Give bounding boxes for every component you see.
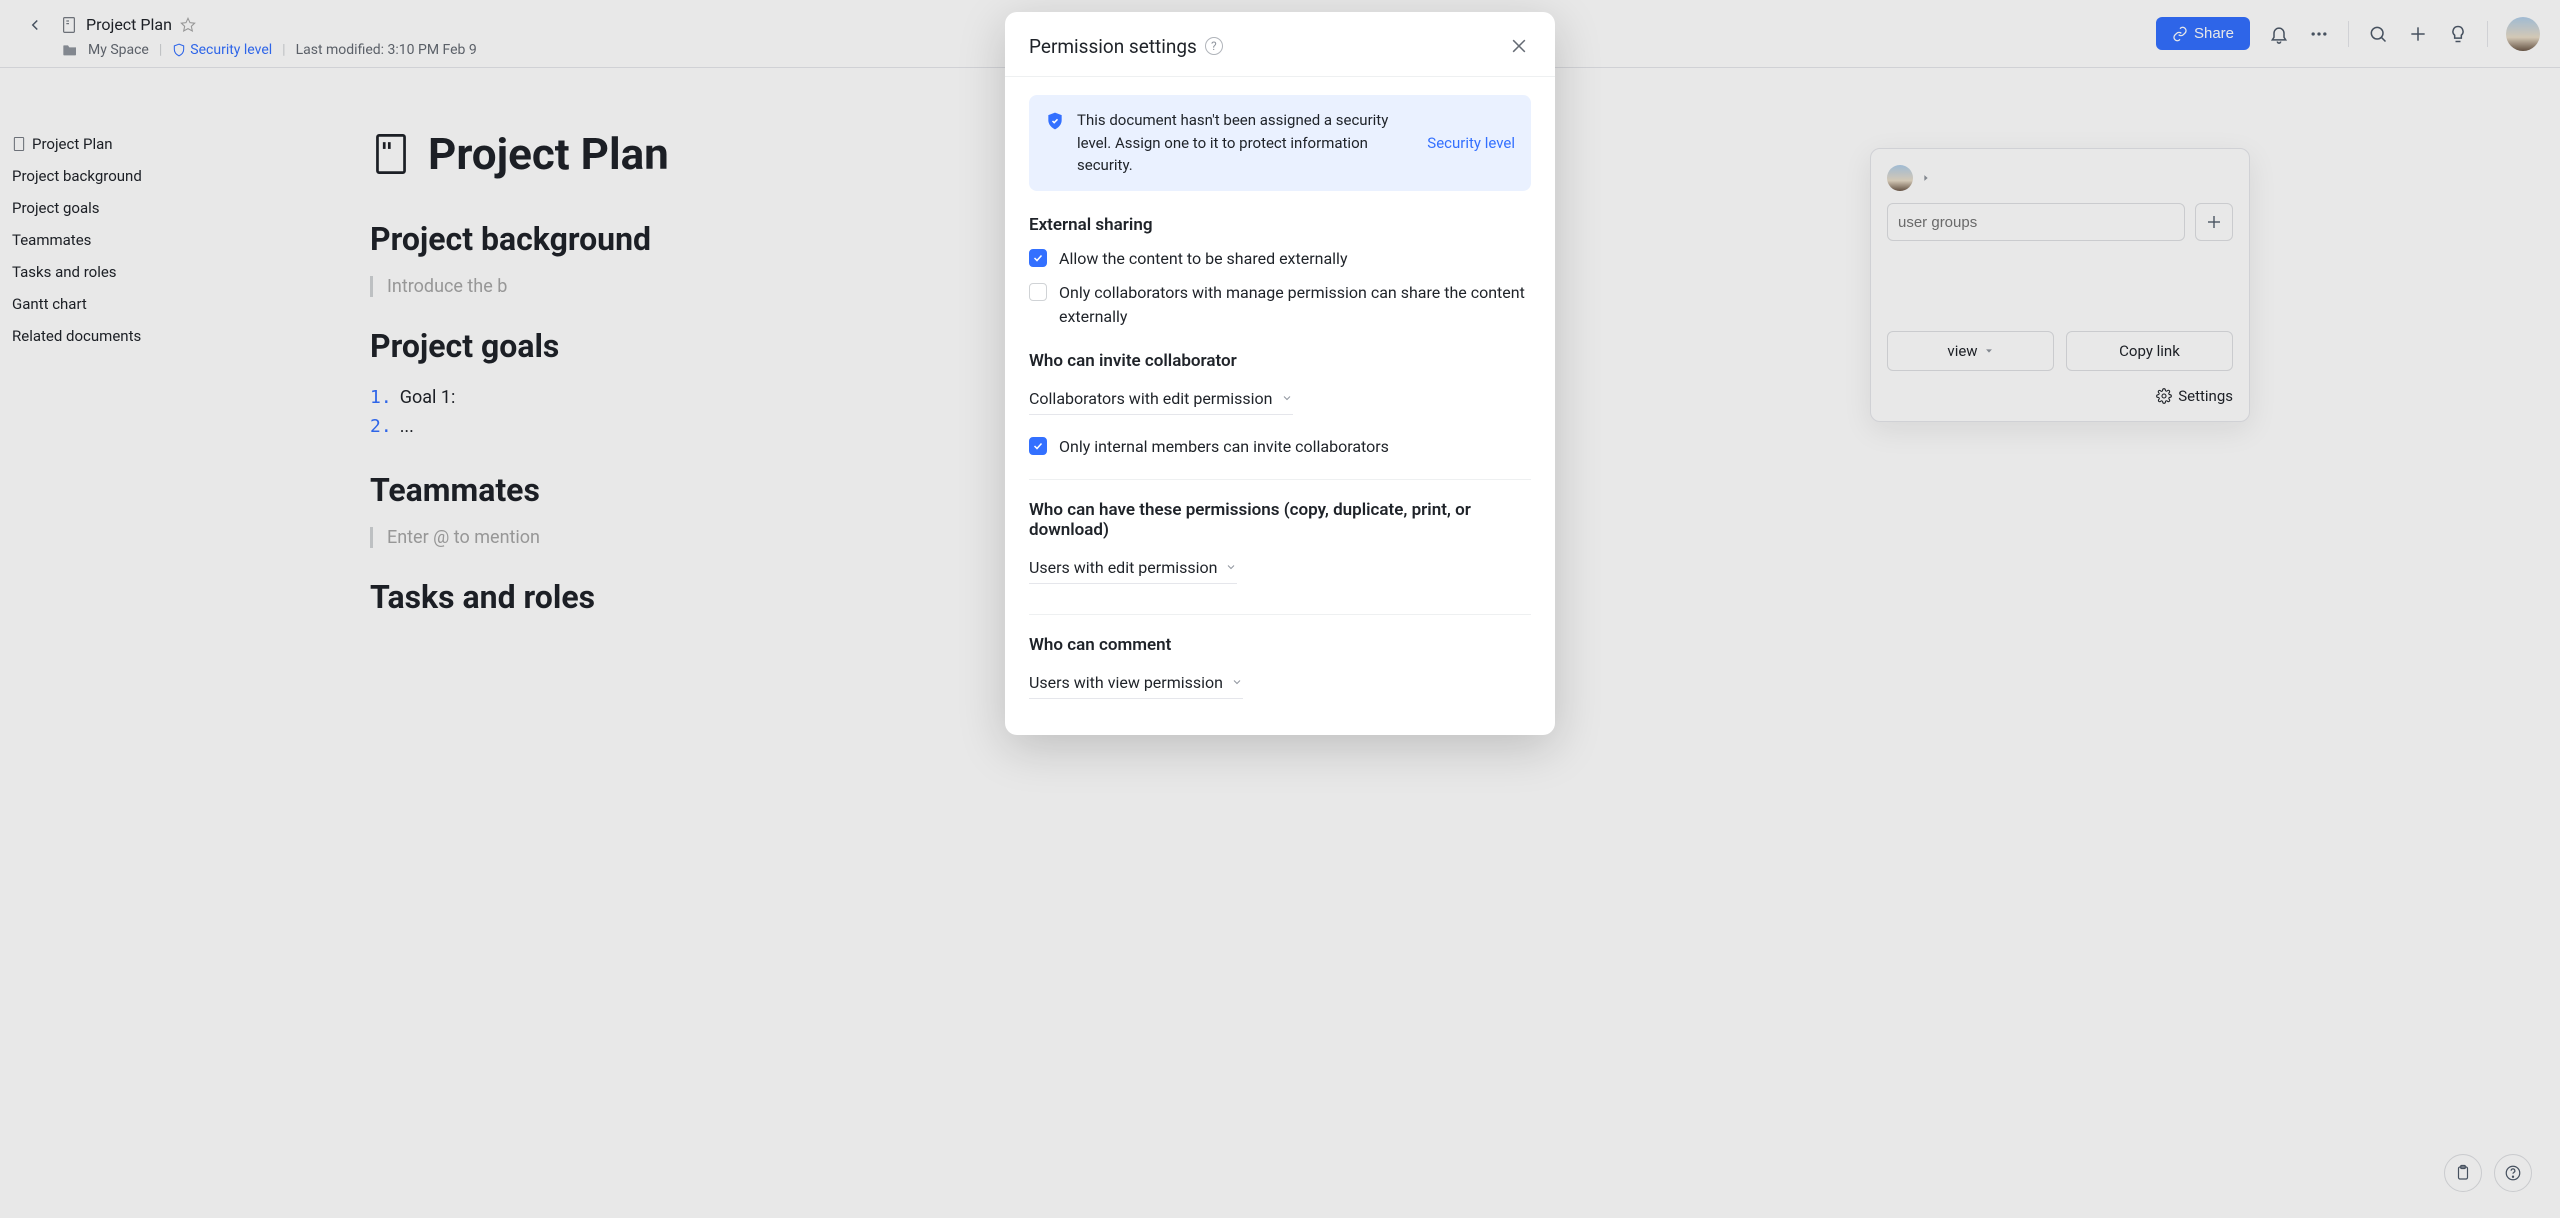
chevron-down-icon [1281,392,1293,404]
security-banner: This document hasn't been assigned a sec… [1029,95,1531,191]
dropdown-invite[interactable]: Collaborators with edit permission [1029,383,1293,415]
section-external-sharing: External sharing [1029,215,1531,235]
dropdown-copy[interactable]: Users with edit permission [1029,552,1237,584]
section-comment: Who can comment [1029,635,1531,655]
help-icon[interactable]: ? [1205,37,1223,55]
permission-settings-modal: Permission settings ? This document hasn… [1005,12,1555,735]
modal-title: Permission settings ? [1029,35,1223,58]
checkbox-allow-external[interactable] [1029,249,1047,267]
section-copy: Who can have these permissions (copy, du… [1029,500,1531,540]
section-invite: Who can invite collaborator [1029,351,1531,371]
security-level-link[interactable]: Security level [1427,134,1515,152]
close-icon[interactable] [1507,34,1531,58]
checkbox-only-manage[interactable] [1029,283,1047,301]
chevron-down-icon [1225,561,1237,573]
shield-icon [1045,111,1065,131]
chevron-down-icon [1231,676,1243,688]
dropdown-comment[interactable]: Users with view permission [1029,667,1243,699]
checkbox-only-internal[interactable] [1029,437,1047,455]
